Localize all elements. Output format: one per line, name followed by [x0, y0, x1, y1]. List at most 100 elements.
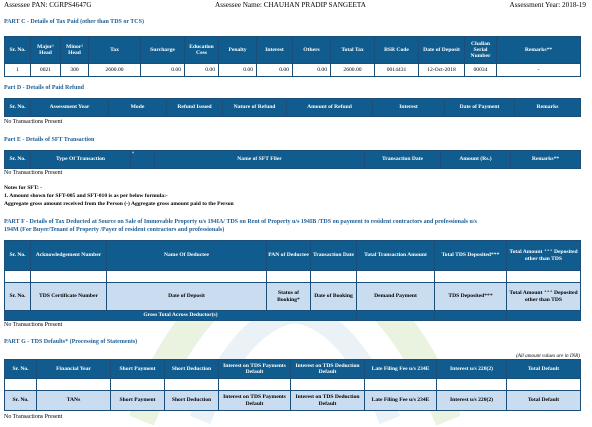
col-sr-no: Sr. No. — [4, 36, 31, 64]
assessment-year: Assessment Year: 2018-19 — [509, 1, 586, 9]
table-row: 1 0021 300 2600.00 0.00 0.00 0.00 0.00 0… — [4, 63, 581, 77]
sub-col-short-payment: Short Payment — [110, 390, 165, 411]
part-f-title-line-2: 194M (For Buyer/Tenant of Property /Paye… — [4, 227, 225, 233]
col-others: Others — [292, 36, 331, 64]
gross-total-label: Gross Total Across Deductor(s) — [4, 310, 357, 321]
sub-col-total-amount-other-than-tds: Total Amount ⁺⁺⁺ Deposited other than TD… — [506, 282, 581, 311]
col-mode: Mode — [108, 98, 167, 117]
sub-col-interest-220: Interest u/s 220(2) — [436, 390, 507, 411]
cell-tax: 2600.00 — [88, 63, 141, 77]
sub-col-sr-no: Sr. No. — [4, 390, 37, 411]
col-challan-serial: Challan Serial Number — [464, 36, 497, 64]
cell-others: 0.00 — [292, 63, 331, 77]
col-total-tax: Total Tax — [330, 36, 375, 64]
part-f-header-row: Sr. No. Acknowledgement Number Name Of D… — [4, 240, 581, 271]
part-g-blank-row — [4, 378, 581, 391]
col-sr-no: Sr. No. — [4, 359, 37, 379]
part-f-subheader-row: Sr. No. TDS Certificate Number Date of D… — [4, 282, 581, 311]
col-tax: Tax — [88, 36, 141, 64]
col-sr-no: Sr. No. — [4, 150, 31, 169]
cell-sr-no: 1 — [4, 63, 31, 77]
cell-date-of-deposit: 12-Oct-2018 — [418, 63, 465, 77]
sub-col-date-of-deposit: Date of Deposit — [106, 282, 267, 311]
part-f-empty-message: No Transactions Present — [4, 322, 63, 328]
part-e-empty-message: No Transactions Present — [4, 170, 63, 176]
cell-penalty: 0.00 — [218, 63, 257, 77]
part-g-table: Sr. No. Financial Year Short Payment Sho… — [4, 359, 581, 411]
sft-notes-line-2: Aggregate gross amount received from the… — [4, 201, 234, 207]
col-footnote-marker: ⁴ — [130, 150, 155, 169]
part-f-title-line-1: PART F - Details of Tax Deducted at Sour… — [4, 219, 477, 225]
cell-bsr-code: 0014431 — [374, 63, 419, 77]
col-pan-of-deductee: PAN of Deductee — [266, 240, 311, 271]
part-c-header-row: Sr. No. Major¹ Head Minor² Head Tax Surc… — [4, 36, 581, 64]
part-c-title: PART C - Details of Tax Paid (other than… — [4, 19, 144, 25]
col-transaction-date: Transaction Date — [364, 150, 441, 169]
cell-minor-head: 300 — [60, 63, 89, 77]
part-d-title: Part D - Details of Paid Refund — [4, 85, 84, 91]
col-bsr-code: BSR Code — [374, 36, 419, 64]
cell-challan-serial: 00034 — [464, 63, 497, 77]
cell-education-cess: 0.00 — [184, 63, 219, 77]
col-refund-issued: Refund Issued — [166, 98, 223, 117]
part-e-table: Sr. No. Type Of Transaction ⁴ Name of SF… — [4, 150, 581, 169]
col-name-of-sft-filer: Name of SFT Filer — [154, 150, 365, 169]
assessee-name: Assessee Name: CHAUHAN PRADIP SANGEETA — [215, 1, 366, 9]
sub-col-demand-payment: Demand Payment — [356, 282, 435, 311]
col-remarks: Remarks** — [510, 150, 581, 169]
sub-col-tans: TANs — [36, 390, 111, 411]
col-type-of-transaction: Type Of Transaction — [30, 150, 131, 169]
part-f-blank-row — [4, 270, 581, 283]
part-d-table: Sr. No. Assessment Year Mode Refund Issu… — [4, 98, 581, 117]
col-surcharge: Surcharge — [140, 36, 185, 64]
col-remarks: Remarks** — [496, 36, 581, 64]
part-g-subheader-row: Sr. No. TANs Short Payment Short Deducti… — [4, 390, 581, 411]
part-g-header-row: Sr. No. Financial Year Short Payment Sho… — [4, 359, 581, 379]
col-interest-220: Interest u/s 220(2) — [436, 359, 507, 379]
sub-col-status-of-booking: Status of Booking* — [266, 282, 311, 311]
col-remarks: Remarks — [514, 98, 581, 117]
col-total-amount-other-than-tds: Total Amount ⁺⁺⁺ Deposited other than TD… — [506, 240, 581, 271]
col-date-of-payment: Date of Payment — [444, 98, 515, 117]
assessee-pan: Assessee PAN: CGRPS4647G — [4, 1, 92, 9]
col-short-deduction: Short Deduction — [164, 359, 219, 379]
sft-notes-heading: Notes for SFT: - — [4, 185, 43, 191]
col-total-default: Total Default — [506, 359, 581, 379]
col-assessment-year: Assessment Year — [30, 98, 109, 117]
part-g-title: PART G - TDS Defaults* (Processing of St… — [4, 339, 138, 345]
col-amount-of-refund: Amount of Refund — [286, 98, 373, 117]
col-total-transaction-amount: Total Transaction Amount — [356, 240, 435, 271]
col-date-of-deposit: Date of Deposit — [418, 36, 465, 64]
part-d-header-row: Sr. No. Assessment Year Mode Refund Issu… — [4, 98, 581, 117]
col-late-filing-fee: Late Filing Fee u/s 234E — [364, 359, 437, 379]
col-minor-head: Minor² Head — [60, 36, 89, 64]
part-d-empty-message: No Transactions Present — [4, 119, 63, 125]
col-interest-deduction-default: Interest on TDS Deduction Default — [290, 359, 365, 379]
col-total-tds-deposited: Total TDS Deposited*** — [434, 240, 507, 271]
col-acknowledgement-number: Acknowledgement Number — [30, 240, 107, 271]
col-transaction-date: Transaction Date — [310, 240, 357, 271]
sub-col-short-deduction: Short Deduction — [164, 390, 219, 411]
col-name-of-deductee: Name Of Deductee — [106, 240, 267, 271]
col-penalty: Penalty — [218, 36, 257, 64]
sft-notes-line-1: 1. Amount shown for SFT-005 and SFT-010 … — [4, 193, 168, 199]
col-nature-of-refund: Nature of Refund — [222, 98, 287, 117]
sub-col-tds-certificate-number: TDS Certificate Number — [30, 282, 107, 311]
col-sr-no: Sr. No. — [4, 98, 31, 117]
col-short-payment: Short Payment — [110, 359, 165, 379]
sub-col-sr-no: Sr. No. — [4, 282, 31, 311]
cell-surcharge: 0.00 — [140, 63, 185, 77]
col-interest: Interest — [256, 36, 293, 64]
cell-interest: 0.00 — [256, 63, 293, 77]
cell-major-head: 0021 — [30, 63, 61, 77]
col-interest: Interest — [372, 98, 445, 117]
sub-col-late-filing-fee: Late Filing Fee u/s 234E — [364, 390, 437, 411]
sub-col-tds-deposited: TDS Deposited*** — [434, 282, 507, 311]
col-financial-year: Financial Year — [36, 359, 111, 379]
part-g-empty-message: No Transactions Present — [4, 414, 63, 420]
col-sr-no: Sr. No. — [4, 240, 31, 271]
sub-col-interest-payments-default: Interest on TDS Payments Default — [218, 390, 291, 411]
part-c-table: Sr. No. Major¹ Head Minor² Head Tax Surc… — [4, 36, 581, 77]
col-education-cess: Education Cess — [184, 36, 219, 64]
part-f-gross-total-row: Gross Total Across Deductor(s) — [4, 310, 581, 321]
